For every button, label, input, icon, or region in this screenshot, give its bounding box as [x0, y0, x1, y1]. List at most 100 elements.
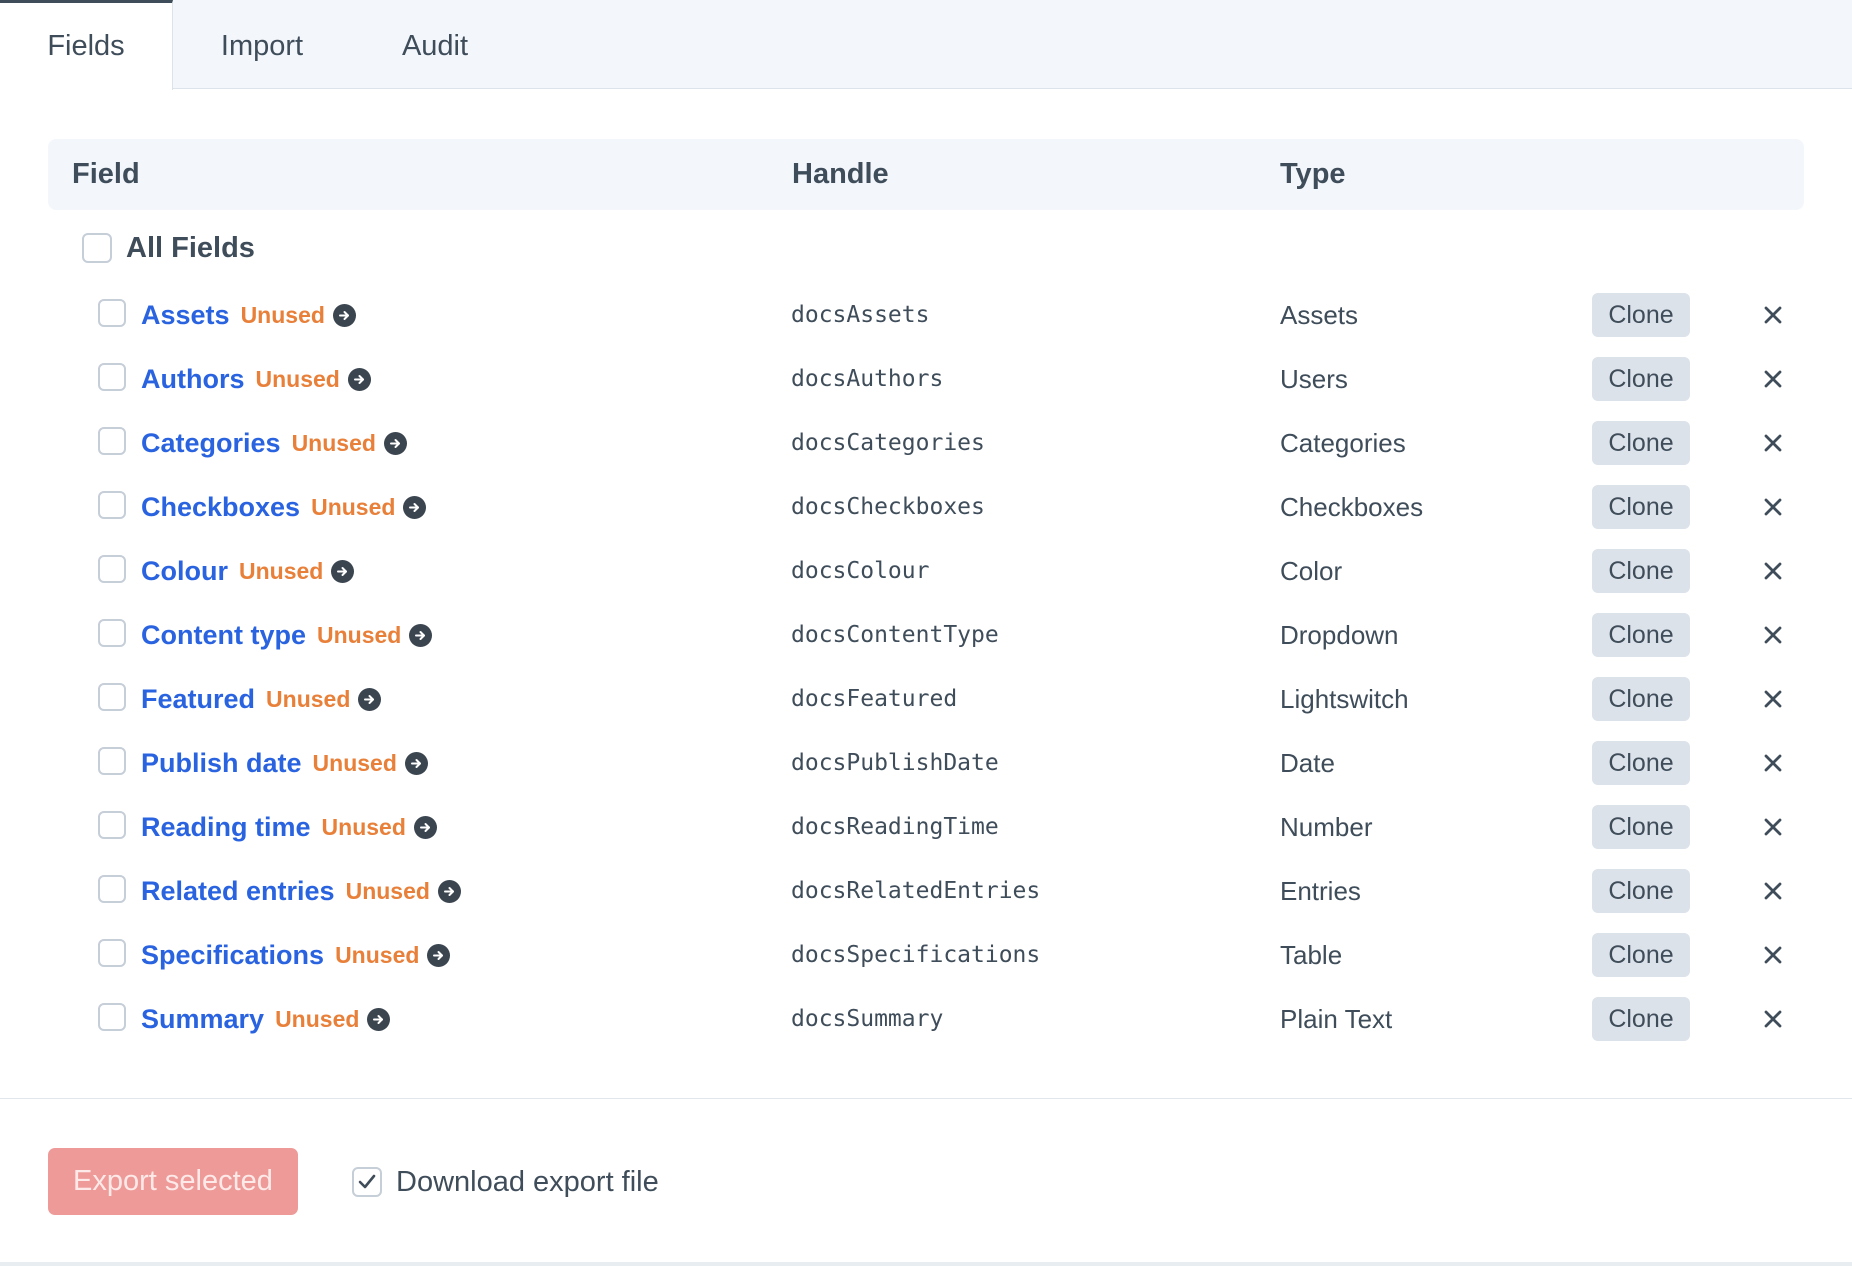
row-checkbox[interactable]: [98, 683, 126, 711]
row-checkbox[interactable]: [98, 619, 126, 647]
close-icon[interactable]: [1760, 302, 1786, 328]
field-type: Entries: [1280, 876, 1361, 906]
close-icon[interactable]: [1760, 494, 1786, 520]
row-checkbox[interactable]: [98, 875, 126, 903]
field-name-cell: Related entries Unused: [141, 859, 461, 923]
field-name-cell: Authors Unused: [141, 347, 371, 411]
field-handle: docsSpecifications: [791, 942, 1041, 968]
field-name-cell: Categories Unused: [141, 411, 407, 475]
arrow-circle-right-icon[interactable]: [383, 431, 407, 455]
tab-fields[interactable]: Fields: [0, 0, 173, 90]
table-row: Categories Unused docsCategories Categor…: [0, 411, 1852, 475]
field-type: Checkboxes: [1280, 492, 1424, 522]
field-type: Plain Text: [1280, 1004, 1393, 1034]
clone-button[interactable]: Clone: [1592, 997, 1690, 1041]
all-fields-checkbox[interactable]: [82, 233, 112, 263]
field-name-link[interactable]: Summary: [141, 1004, 264, 1035]
field-name-link[interactable]: Content type: [141, 620, 306, 651]
download-export-checkbox[interactable]: [352, 1167, 382, 1197]
unused-badge: Unused: [291, 429, 376, 456]
field-name-cell: Checkboxes Unused: [141, 475, 427, 539]
arrow-circle-right-icon[interactable]: [409, 623, 433, 647]
table-row: Publish date Unused docsPublishDate Date…: [0, 731, 1852, 795]
field-type: Assets: [1280, 300, 1359, 330]
close-icon[interactable]: [1760, 878, 1786, 904]
field-name-link[interactable]: Authors: [141, 364, 245, 395]
unused-badge: Unused: [275, 1005, 360, 1032]
arrow-circle-right-icon[interactable]: [403, 495, 427, 519]
row-checkbox[interactable]: [98, 363, 126, 391]
field-name-link[interactable]: Publish date: [141, 748, 302, 779]
arrow-circle-right-icon[interactable]: [358, 687, 382, 711]
row-checkbox[interactable]: [98, 1003, 126, 1031]
tab-audit[interactable]: Audit: [383, 0, 487, 89]
field-name-link[interactable]: Colour: [141, 556, 228, 587]
close-icon[interactable]: [1760, 1006, 1786, 1032]
unused-badge: Unused: [321, 813, 406, 840]
field-name-link[interactable]: Reading time: [141, 812, 311, 843]
clone-button[interactable]: Clone: [1592, 869, 1690, 913]
row-checkbox[interactable]: [98, 939, 126, 967]
clone-button[interactable]: Clone: [1592, 613, 1690, 657]
close-icon[interactable]: [1760, 366, 1786, 392]
table-row: Specifications Unused docsSpecifications…: [0, 923, 1852, 987]
field-type: Number: [1280, 812, 1373, 842]
export-selected-button[interactable]: Export selected: [48, 1148, 298, 1215]
row-checkbox[interactable]: [98, 747, 126, 775]
clone-button[interactable]: Clone: [1592, 741, 1690, 785]
clone-button[interactable]: Clone: [1592, 421, 1690, 465]
field-export-page: Fields Import Audit Field Handle Type Al…: [0, 0, 1852, 1266]
table-row: Checkboxes Unused docsCheckboxes Checkbo…: [0, 475, 1852, 539]
arrow-circle-right-icon[interactable]: [347, 367, 371, 391]
page-bottom-edge: [0, 1262, 1852, 1266]
arrow-circle-right-icon[interactable]: [427, 943, 451, 967]
close-icon[interactable]: [1760, 686, 1786, 712]
field-name-link[interactable]: Featured: [141, 684, 255, 715]
arrow-circle-right-icon[interactable]: [331, 559, 355, 583]
arrow-circle-right-icon[interactable]: [332, 303, 356, 327]
clone-button[interactable]: Clone: [1592, 805, 1690, 849]
field-name-cell: Featured Unused: [141, 667, 382, 731]
field-name-cell: Reading time Unused: [141, 795, 437, 859]
field-handle: docsColour: [791, 558, 930, 584]
tab-import[interactable]: Import: [203, 0, 321, 89]
clone-button[interactable]: Clone: [1592, 549, 1690, 593]
row-checkbox[interactable]: [98, 811, 126, 839]
close-icon[interactable]: [1760, 750, 1786, 776]
unused-badge: Unused: [239, 557, 324, 584]
field-type: Date: [1280, 748, 1335, 778]
field-handle: docsSummary: [791, 1006, 944, 1032]
arrow-circle-right-icon[interactable]: [367, 1007, 391, 1031]
field-handle: docsCategories: [791, 430, 985, 456]
close-icon[interactable]: [1760, 622, 1786, 648]
field-name-link[interactable]: Specifications: [141, 940, 324, 971]
arrow-circle-right-icon[interactable]: [437, 879, 461, 903]
clone-button[interactable]: Clone: [1592, 485, 1690, 529]
close-icon[interactable]: [1760, 942, 1786, 968]
row-checkbox[interactable]: [98, 491, 126, 519]
field-name-link[interactable]: Checkboxes: [141, 492, 300, 523]
clone-button[interactable]: Clone: [1592, 677, 1690, 721]
close-icon[interactable]: [1760, 430, 1786, 456]
field-name-link[interactable]: Related entries: [141, 876, 335, 907]
field-name-link[interactable]: Assets: [141, 300, 230, 331]
column-header-type: Type: [1280, 158, 1346, 190]
field-name-cell: Summary Unused: [141, 987, 391, 1051]
row-checkbox[interactable]: [98, 555, 126, 583]
table-row: Summary Unused docsSummary Plain Text Cl…: [0, 987, 1852, 1051]
clone-button[interactable]: Clone: [1592, 933, 1690, 977]
field-type: Categories: [1280, 428, 1406, 458]
field-type: Color: [1280, 556, 1343, 586]
field-name-link[interactable]: Categories: [141, 428, 281, 459]
unused-badge: Unused: [255, 365, 340, 392]
clone-button[interactable]: Clone: [1592, 293, 1690, 337]
arrow-circle-right-icon[interactable]: [404, 751, 428, 775]
table-row: Reading time Unused docsReadingTime Numb…: [0, 795, 1852, 859]
clone-button[interactable]: Clone: [1592, 357, 1690, 401]
row-checkbox[interactable]: [98, 299, 126, 327]
row-checkbox[interactable]: [98, 427, 126, 455]
close-icon[interactable]: [1760, 558, 1786, 584]
field-name-cell: Colour Unused: [141, 539, 355, 603]
close-icon[interactable]: [1760, 814, 1786, 840]
arrow-circle-right-icon[interactable]: [413, 815, 437, 839]
